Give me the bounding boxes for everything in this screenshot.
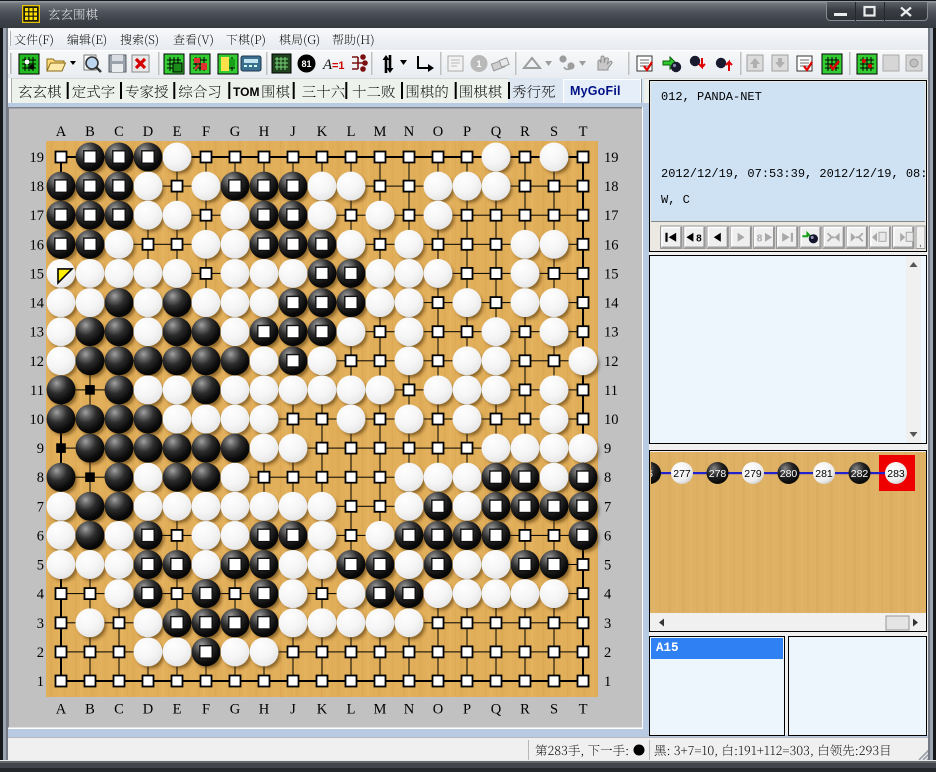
svg-text:283: 283 bbox=[887, 468, 905, 480]
svg-text:,: , bbox=[919, 238, 922, 249]
svg-text:279: 279 bbox=[744, 468, 762, 480]
svg-text:282: 282 bbox=[851, 468, 869, 480]
svg-text:278: 278 bbox=[709, 468, 727, 480]
svg-text:280: 280 bbox=[780, 468, 798, 480]
svg-text:8: 8 bbox=[696, 233, 702, 244]
svg-text:277: 277 bbox=[673, 468, 691, 480]
svg-text:281: 281 bbox=[815, 468, 833, 480]
svg-text:8: 8 bbox=[757, 233, 763, 244]
